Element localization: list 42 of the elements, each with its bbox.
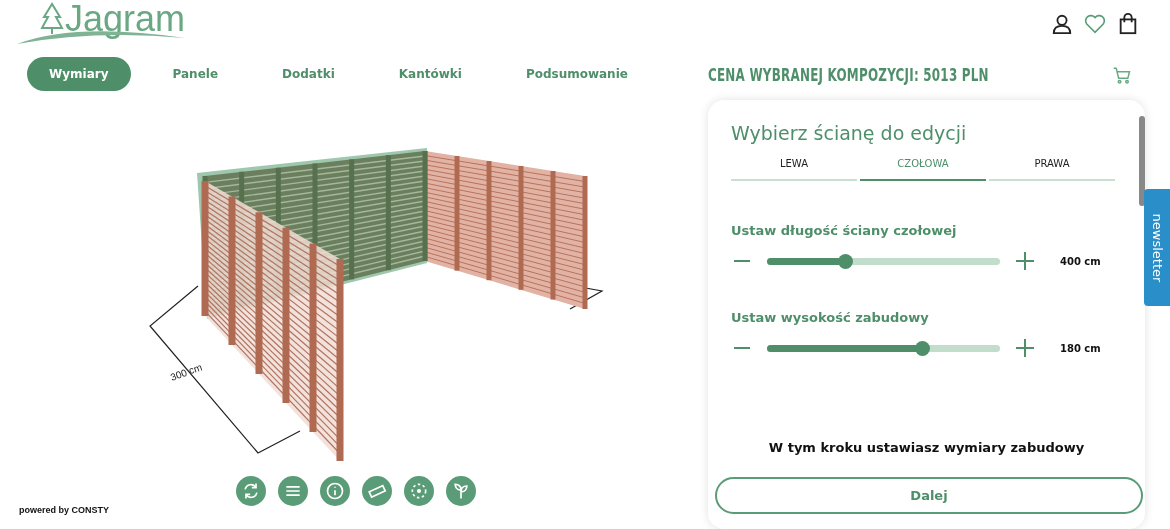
- price-heading: CENA WYBRANEJ KOMPOZYCJI: 5013 PLN: [708, 65, 989, 85]
- dimension-label: 300 cm: [168, 361, 204, 383]
- newsletter-tab[interactable]: newsletter: [1144, 189, 1170, 306]
- bag-icon[interactable]: [1117, 13, 1139, 35]
- ruler-button[interactable]: [362, 476, 392, 506]
- step-tab[interactable]: Kantówki: [376, 57, 484, 91]
- rotate-button[interactable]: [236, 476, 266, 506]
- slider-thumb[interactable]: [914, 340, 930, 356]
- step-hint: W tym kroku ustawiasz wymiary zabudowy: [767, 440, 1086, 455]
- step-tab[interactable]: Wymiary: [27, 57, 131, 91]
- wall-tab[interactable]: PRAWA: [989, 154, 1115, 181]
- slider-label: Ustaw wysokość zabudowy: [731, 310, 930, 325]
- plus-icon: [1015, 338, 1035, 358]
- wall-tab[interactable]: CZOŁOWA: [860, 154, 986, 181]
- plus-button[interactable]: [1014, 250, 1036, 272]
- heart-icon[interactable]: [1084, 13, 1106, 35]
- info-icon: [325, 481, 345, 501]
- brand-logo[interactable]: Jagram: [65, 0, 186, 40]
- user-icon[interactable]: [1051, 13, 1073, 35]
- next-button[interactable]: Dalej: [715, 477, 1143, 514]
- plant-button[interactable]: [446, 476, 476, 506]
- sprout-icon: [451, 481, 471, 501]
- slider-thumb[interactable]: [838, 253, 854, 269]
- focus-button[interactable]: [404, 476, 434, 506]
- step-tab[interactable]: Dodatki: [260, 57, 357, 91]
- panel-title: Wybierz ścianę do edycji: [731, 122, 968, 144]
- slider-value: 400 cm: [1060, 255, 1101, 267]
- plus-icon: [1015, 251, 1035, 271]
- step-tab[interactable]: Podsumowanie: [503, 57, 650, 91]
- slider-value: 180 cm: [1060, 342, 1101, 354]
- minus-icon: [732, 260, 752, 262]
- plus-button[interactable]: [1014, 337, 1036, 359]
- target-icon: [409, 481, 429, 501]
- cart-icon[interactable]: [1112, 65, 1132, 85]
- tree-icon: [40, 2, 64, 36]
- slider-label: Ustaw długość ściany czołowej: [731, 223, 958, 238]
- menu-button[interactable]: [278, 476, 308, 506]
- wall-tab[interactable]: LEWA: [731, 154, 857, 181]
- powered-by-text[interactable]: powered by CONSTY: [19, 505, 109, 515]
- minus-icon: [732, 347, 752, 349]
- step-tab[interactable]: Panele: [150, 57, 241, 91]
- info-button[interactable]: [320, 476, 350, 506]
